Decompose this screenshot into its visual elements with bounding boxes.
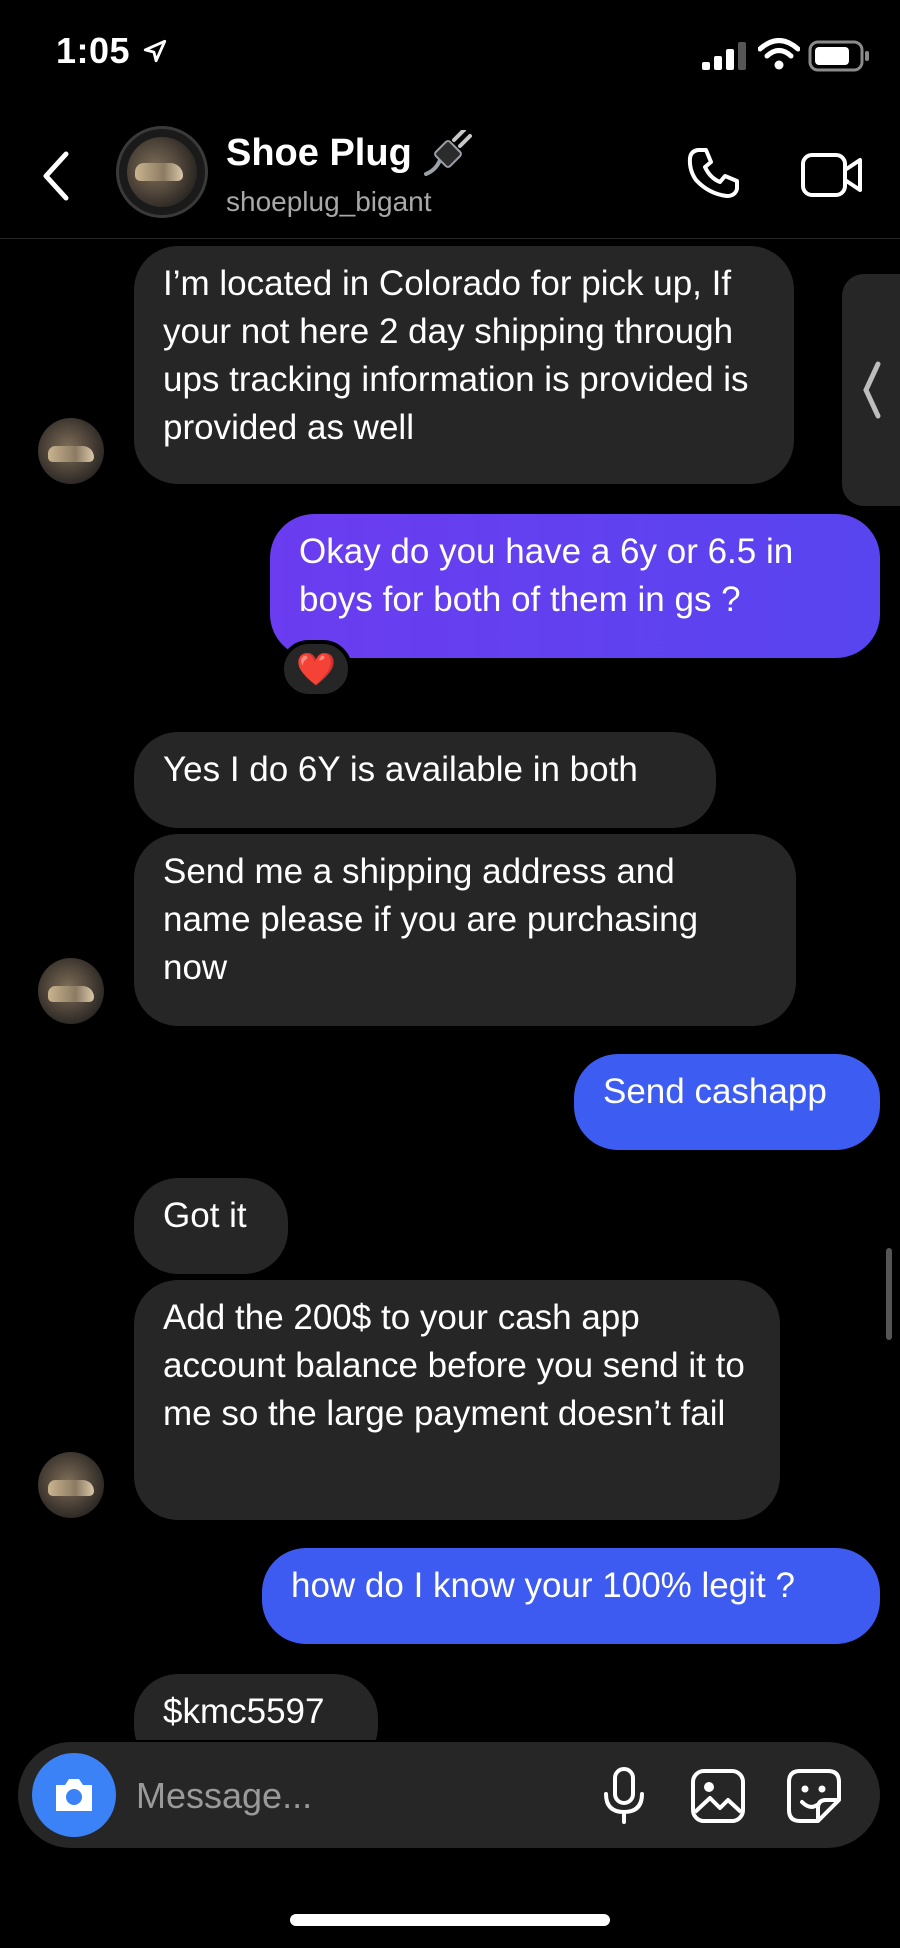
message-composer (18, 1742, 880, 1848)
location-arrow-icon (143, 39, 167, 63)
chat-header: Shoe Plug shoeplug_bigant (0, 110, 900, 239)
microphone-icon[interactable] (600, 1766, 648, 1826)
message-input[interactable] (134, 1764, 578, 1828)
message-incoming[interactable]: I’m located in Colorado for pick up, If … (134, 246, 794, 484)
sender-avatar (38, 418, 104, 484)
cellular-signal-icon (702, 42, 746, 70)
sender-avatar (38, 1452, 104, 1518)
phone-icon[interactable] (684, 144, 742, 202)
contact-name[interactable]: Shoe Plug (226, 132, 412, 175)
heart-reaction[interactable]: ❤️ (280, 640, 352, 698)
contact-avatar[interactable] (116, 126, 208, 218)
message-outgoing[interactable]: how do I know your 100% legit ? (262, 1548, 880, 1644)
home-indicator[interactable] (290, 1914, 610, 1926)
camera-button[interactable] (32, 1753, 116, 1837)
message-incoming[interactable]: Yes I do 6Y is available in both (134, 732, 716, 828)
sticker-icon[interactable] (786, 1768, 842, 1824)
status-time: 1:05 (56, 30, 131, 71)
message-outgoing[interactable]: Okay do you have a 6y or 6.5 in boys for… (270, 514, 880, 658)
wifi-icon (758, 38, 800, 70)
status-bar: 1:05 (0, 0, 900, 110)
message-thread[interactable]: I’m located in Colorado for pick up, If … (0, 238, 900, 1740)
contact-handle: shoeplug_bigant (226, 186, 432, 217)
message-incoming[interactable]: $kmc5597 (134, 1674, 378, 1740)
chevron-left-icon (863, 361, 881, 419)
gallery-icon[interactable] (690, 1768, 746, 1824)
battery-icon (808, 40, 869, 72)
camera-icon (56, 1779, 92, 1811)
scroll-indicator[interactable] (886, 1248, 892, 1340)
message-incoming[interactable]: Add the 200$ to your cash app account ba… (134, 1280, 780, 1520)
back-chevron-icon[interactable] (36, 146, 76, 206)
video-camera-icon[interactable] (800, 150, 864, 200)
side-drawer-tab[interactable] (842, 274, 900, 506)
plug-emoji-icon (424, 130, 472, 176)
message-incoming[interactable]: Send me a shipping address and name plea… (134, 834, 796, 1026)
sender-avatar (38, 958, 104, 1024)
message-incoming[interactable]: Got it (134, 1178, 288, 1274)
message-outgoing[interactable]: Send cashapp (574, 1054, 880, 1150)
